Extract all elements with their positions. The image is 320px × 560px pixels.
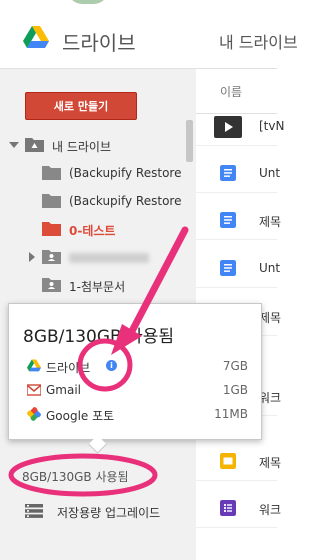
expand-arrow-icon[interactable]	[9, 140, 19, 150]
storage-item-name: Gmail	[46, 383, 82, 397]
google-logo-fragment	[68, 0, 108, 4]
storage-icon	[25, 504, 43, 518]
forms-icon	[220, 500, 236, 516]
expand-arrow-icon[interactable]	[27, 252, 37, 262]
info-icon[interactable]: i	[106, 360, 117, 371]
storage-row-gmail: Gmail 1GB	[9, 380, 261, 402]
file-row[interactable]: Unt	[196, 154, 281, 193]
file-name: [tvN	[259, 119, 285, 133]
sidebar-item-my-drive[interactable]: 내 드라이브	[0, 132, 196, 160]
shared-folder-icon	[42, 278, 61, 292]
file-name: 제목	[259, 456, 282, 470]
redacted-folder-name	[69, 253, 149, 263]
storage-row-drive: 드라이브 i 7GB	[9, 356, 261, 378]
sidebar-item-folder[interactable]: 0-테스트	[0, 216, 196, 244]
file-name: 워크	[259, 503, 282, 517]
storage-total: 8GB/130GB 사용됨	[23, 327, 174, 347]
top-bar: 드라이브 내 드라이브	[0, 0, 298, 69]
storage-usage-summary[interactable]: 8GB/130GB 사용됨	[22, 468, 129, 485]
docs-icon	[220, 165, 236, 181]
upgrade-storage-link[interactable]: 저장용량 업그레이드	[25, 502, 195, 522]
storage-row-photos: Google 포토 11MB	[9, 404, 261, 426]
sidebar-item-label: (Backupify Restore	[69, 194, 182, 208]
shared-folder-icon	[42, 250, 61, 264]
photos-icon	[27, 407, 41, 421]
slides-icon	[220, 453, 236, 469]
drive-icon	[27, 359, 41, 372]
file-row[interactable]: 제목	[196, 442, 281, 481]
current-location-title[interactable]: 내 드라이브	[219, 29, 298, 53]
folder-icon	[42, 222, 61, 236]
sidebar-item-label: (Backupify Restore	[69, 166, 182, 180]
docs-icon	[220, 212, 236, 228]
sidebar-item-folder[interactable]: (Backupify Restore	[0, 160, 196, 188]
name-column-header[interactable]: 이름	[220, 83, 242, 100]
storage-item-value: 11MB	[214, 407, 248, 421]
new-button[interactable]: 새로 만들기	[25, 92, 137, 120]
file-name: 워크	[259, 391, 282, 405]
folder-icon	[42, 194, 61, 208]
file-name: Unt	[259, 261, 281, 275]
file-row[interactable]: 워크	[196, 489, 281, 528]
storage-item-value: 7GB	[222, 359, 248, 373]
storage-popup: 8GB/130GB 사용됨 드라이브 i 7GB Gmail 1GB Googl…	[8, 303, 262, 454]
file-name: Unt	[259, 166, 281, 180]
sidebar-item-label: 내 드라이브	[52, 140, 112, 154]
gmail-icon	[27, 384, 41, 396]
drive-folder-icon	[25, 138, 44, 152]
file-name: 제목	[259, 215, 282, 229]
sidebar-item-folder[interactable]: (Backupify Restore	[0, 188, 196, 216]
storage-item-name: Google 포토	[46, 409, 115, 423]
drive-logo-icon[interactable]	[23, 26, 49, 50]
storage-item-name: 드라이브	[46, 361, 91, 375]
upgrade-storage-label: 저장용량 업그레이드	[57, 506, 161, 520]
sidebar-item-shared-folder[interactable]	[0, 244, 196, 272]
sidebar-item-label: 0-테스트	[69, 224, 116, 238]
app-title: 드라이브	[62, 31, 136, 55]
sidebar-item-label: 1-첨부문서	[69, 280, 126, 294]
video-thumbnail-icon	[214, 116, 242, 138]
file-row[interactable]: Unt	[196, 249, 281, 288]
storage-item-value: 1GB	[222, 383, 248, 397]
file-name: 제목	[259, 311, 282, 325]
sidebar-item-shared-folder[interactable]: 1-첨부문서	[0, 272, 196, 300]
docs-icon	[220, 260, 236, 276]
folder-icon	[42, 166, 61, 180]
file-row[interactable]: 제목	[196, 201, 281, 240]
file-row[interactable]: [tvN	[196, 107, 284, 146]
